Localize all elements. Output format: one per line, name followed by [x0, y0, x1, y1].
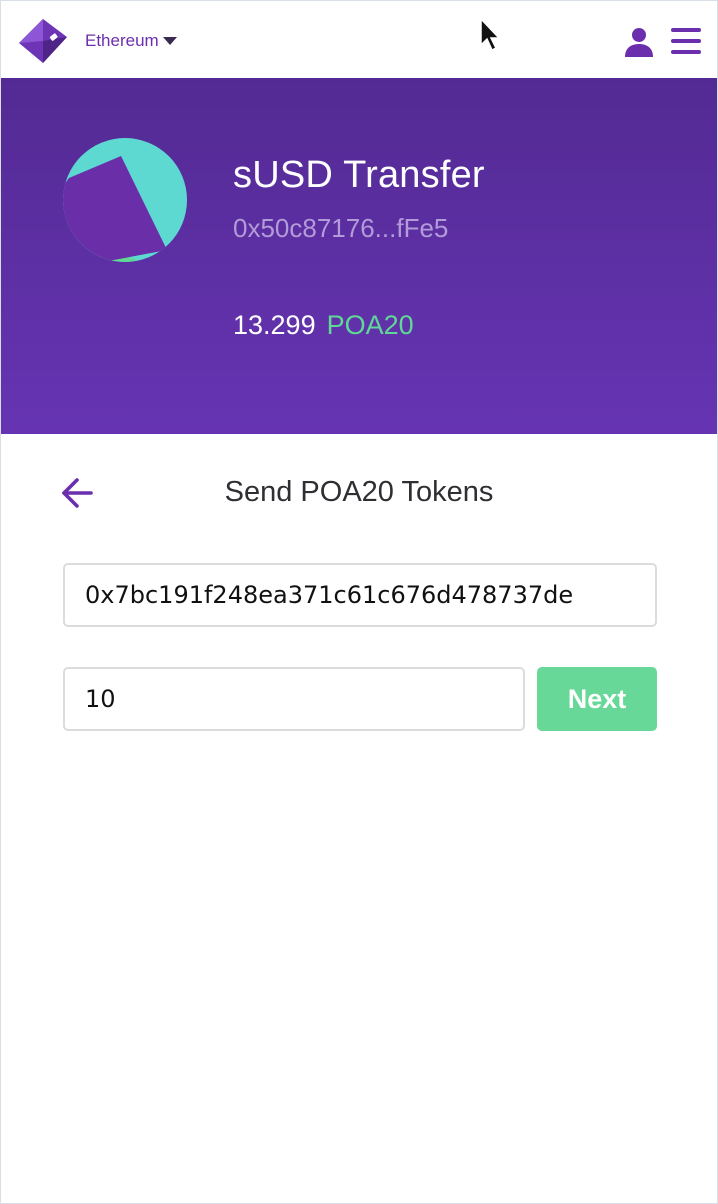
- token-header-panel: sUSD Transfer 0x50c87176...fFe5 13.299 P…: [1, 78, 717, 434]
- token-name: sUSD Transfer: [233, 154, 485, 196]
- page-title: Send POA20 Tokens: [224, 476, 494, 508]
- balance-amount: 13.299: [233, 310, 316, 340]
- amount-field[interactable]: [63, 667, 525, 731]
- hamburger-menu-icon[interactable]: [671, 27, 701, 55]
- balance-symbol: POA20: [326, 310, 414, 340]
- wallet-logo-icon[interactable]: [17, 17, 69, 65]
- token-contract-address: 0x50c87176...fFe5: [233, 213, 449, 243]
- token-identicon: [63, 138, 187, 262]
- network-dropdown[interactable]: Ethereum: [85, 30, 177, 52]
- app-frame: Ethereum sUSD Transfer 0x50c87176...fFe5…: [0, 0, 718, 1204]
- top-navigation-bar: Ethereum: [1, 1, 717, 78]
- recipient-address-field[interactable]: [63, 563, 657, 627]
- mouse-pointer-icon: [480, 17, 501, 52]
- arrow-left-icon[interactable]: [59, 475, 95, 511]
- token-balance: 13.299 POA20: [233, 308, 414, 342]
- caret-down-icon: [162, 37, 177, 45]
- next-button[interactable]: Next: [537, 667, 657, 731]
- network-label: Ethereum: [85, 31, 159, 50]
- user-icon[interactable]: [623, 26, 655, 58]
